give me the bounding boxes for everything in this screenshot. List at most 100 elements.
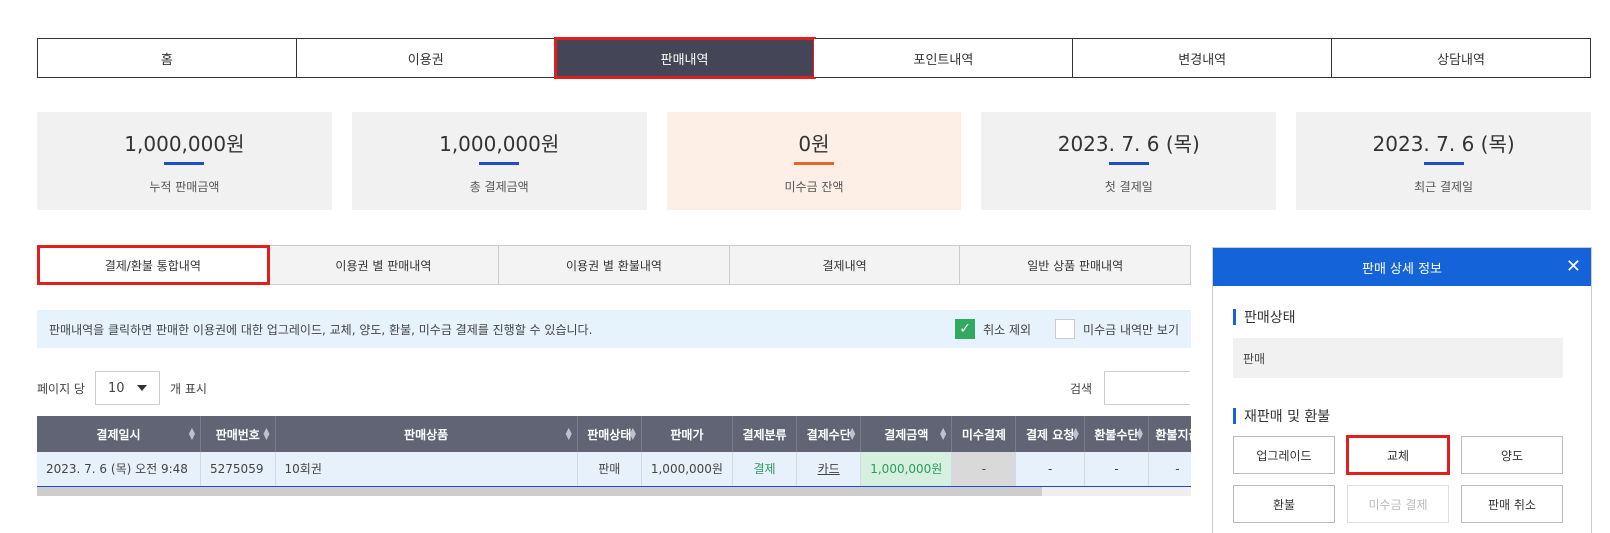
col-header-product[interactable]: 판매상품 ▲ ▼: [275, 416, 578, 452]
transfer-button[interactable]: 양도: [1461, 436, 1563, 474]
col-header-payment-datetime[interactable]: 결제일시 ▲ ▼: [37, 416, 202, 452]
tab-refunds-by-pass[interactable]: 이용권 별 환불내역: [499, 246, 730, 284]
stat-label: 총 결제금액: [469, 180, 529, 194]
page-size-control: 페이지 당 10 개 표시: [37, 370, 207, 406]
stat-label: 누적 판매금액: [149, 180, 220, 194]
search-input[interactable]: [1104, 371, 1191, 405]
stat-underline: [793, 162, 834, 165]
stat-underline: [1108, 162, 1149, 165]
unpaid-payment-button: 미수금 결제: [1347, 485, 1449, 523]
cell-payment-type: 결제: [732, 452, 798, 487]
close-icon[interactable]: ✕: [1566, 256, 1581, 277]
sale-status-section-title: 판매상태: [1233, 307, 1296, 327]
sort-icon[interactable]: ▲ ▼: [1073, 427, 1079, 441]
page-size-suffix: 개 표시: [169, 381, 207, 396]
sale-detail-panel: 판매 상세 정보 ✕ 판매상태 판매 재판매 및 환불 업그레이드 교체 양도 …: [1212, 247, 1592, 533]
checkbox-checked-icon[interactable]: ✓: [955, 319, 976, 339]
page-size-select[interactable]: 10: [94, 371, 160, 405]
stat-card-unpaid-balance: 0원 미수금 잔액: [666, 112, 962, 210]
resale-refund-section-title: 재판매 및 환불: [1233, 406, 1330, 426]
col-header-refund-paid[interactable]: 환불지급: [1148, 416, 1191, 452]
notice-message: 판매내역을 클릭하면 판매한 이용권에 대한 업그레이드, 교체, 양도, 환불…: [49, 322, 593, 337]
col-header-sale-number[interactable]: 판매번호 ▲ ▼: [200, 416, 276, 452]
nav-sales-history[interactable]: 판매내역: [553, 37, 817, 79]
action-buttons: 업그레이드 교체 양도 환불 미수금 결제 판매 취소: [1233, 435, 1563, 523]
cell-product: 10회권: [275, 452, 578, 487]
col-header-payment-request[interactable]: 결제 요청 ▲ ▼: [1015, 416, 1085, 452]
stat-underline: [1423, 162, 1464, 165]
sort-icon[interactable]: ▲ ▼: [566, 427, 572, 441]
scrollbar-thumb[interactable]: [37, 487, 1042, 496]
col-header-payment-method[interactable]: 결제수단 ▲ ▼: [796, 416, 862, 452]
stat-label: 최근 결제일: [1414, 180, 1474, 194]
table-header-row: 결제일시 ▲ ▼ 판매번호 ▲ ▼ 판매상품 ▲ ▼ 판매상태 ▲ ▼ 판매가 결제분류 결제수…: [37, 416, 1191, 452]
top-nav: 홈 이용권 판매내역 포인트내역 변경내역 상담내역: [37, 37, 1591, 79]
cell-refund-paid: -: [1148, 452, 1191, 487]
sort-icon[interactable]: ▲ ▼: [849, 427, 855, 441]
table-search: 검색: [1070, 370, 1191, 406]
checkbox-unchecked-icon[interactable]: [1055, 319, 1076, 339]
cell-refund-method: -: [1084, 452, 1149, 487]
nav-consult-history[interactable]: 상담내역: [1332, 39, 1590, 77]
stat-value: 2023. 7. 6 (목): [1372, 132, 1515, 156]
nav-points-history[interactable]: 포인트내역: [814, 39, 1074, 77]
tab-payment-refund-combined[interactable]: 결제/환불 통합내역: [37, 245, 270, 285]
stat-label: 첫 결제일: [1104, 180, 1153, 194]
search-label: 검색: [1070, 381, 1093, 396]
cancel-sale-button[interactable]: 판매 취소: [1461, 485, 1563, 523]
sales-table: 결제일시 ▲ ▼ 판매번호 ▲ ▼ 판매상품 ▲ ▼ 판매상태 ▲ ▼ 판매가 결제분류 결제수…: [37, 416, 1191, 487]
checkbox-label: 취소 제외: [983, 322, 1032, 337]
stat-value: 0원: [798, 132, 830, 156]
stat-value: 2023. 7. 6 (목): [1057, 132, 1200, 156]
stat-card-total-paid: 1,000,000원 총 결제금액: [351, 112, 647, 210]
tab-general-product-sales[interactable]: 일반 상품 판매내역: [960, 246, 1190, 284]
stat-underline: [479, 162, 520, 165]
tab-sales-by-pass[interactable]: 이용권 별 판매내역: [269, 246, 500, 284]
col-header-payment-amount[interactable]: 결제금액 ▲ ▼: [860, 416, 953, 452]
tab-payments[interactable]: 결제내역: [730, 246, 961, 284]
sub-tabs: 결제/환불 통합내역 이용권 별 판매내역 이용권 별 환불내역 결제내역 일반…: [37, 245, 1191, 285]
sort-icon[interactable]: ▲ ▼: [630, 427, 636, 441]
upgrade-button[interactable]: 업그레이드: [1233, 436, 1335, 474]
section-title-text: 판매상태: [1244, 310, 1296, 326]
stat-card-first-payment: 2023. 7. 6 (목) 첫 결제일: [981, 112, 1277, 210]
col-header-unpaid-payment[interactable]: 미수결제: [951, 416, 1017, 452]
section-marker: [1233, 309, 1236, 325]
sort-icon[interactable]: ▲ ▼: [940, 427, 946, 441]
stat-value: 1,000,000원: [124, 132, 245, 156]
cell-sale-status: 판매: [577, 452, 642, 487]
checkbox-label: 미수금 내역만 보기: [1083, 322, 1179, 337]
stat-card-total-sales: 1,000,000원 누적 판매금액: [37, 112, 332, 210]
col-header-refund-method[interactable]: 환불수단 ▲ ▼: [1084, 416, 1149, 452]
cell-payment-request: -: [1015, 452, 1085, 487]
cell-payment-amount: 1,000,000원: [860, 452, 953, 487]
page-size-prefix: 페이지 당: [37, 381, 85, 396]
col-header-sale-status[interactable]: 판매상태 ▲ ▼: [577, 416, 642, 452]
cell-unpaid-payment: -: [951, 452, 1017, 487]
nav-passes[interactable]: 이용권: [296, 39, 556, 77]
info-notice: 판매내역을 클릭하면 판매한 이용권에 대한 업그레이드, 교체, 양도, 환불…: [37, 310, 1191, 348]
table-horizontal-scrollbar[interactable]: [37, 487, 1191, 496]
refund-button[interactable]: 환불: [1233, 485, 1335, 523]
col-header-price[interactable]: 판매가: [641, 416, 733, 452]
unpaid-only-checkbox[interactable]: 미수금 내역만 보기: [1055, 319, 1179, 339]
sales-table-wrapper: 결제일시 ▲ ▼ 판매번호 ▲ ▼ 판매상품 ▲ ▼ 판매상태 ▲ ▼ 판매가 결제분류 결제수…: [37, 416, 1191, 496]
sort-icon[interactable]: ▲ ▼: [189, 427, 195, 441]
exclude-cancel-checkbox[interactable]: ✓ 취소 제외: [955, 319, 1031, 339]
page-size-value: 10: [107, 380, 125, 396]
col-header-payment-type[interactable]: 결제분류: [732, 416, 798, 452]
stats-row: 1,000,000원 누적 판매금액 1,000,000원 총 결제금액 0원 …: [37, 112, 1591, 210]
sale-status-value: 판매: [1233, 338, 1563, 378]
cell-payment-method[interactable]: 카드: [796, 452, 862, 487]
stat-card-last-payment: 2023. 7. 6 (목) 최근 결제일: [1296, 112, 1591, 210]
caret-down-icon: [136, 385, 147, 391]
sort-icon[interactable]: ▲ ▼: [1137, 427, 1143, 441]
section-title-text: 재판매 및 환불: [1244, 409, 1331, 425]
nav-home[interactable]: 홈: [38, 39, 297, 77]
nav-change-history[interactable]: 변경내역: [1073, 39, 1333, 77]
panel-title: 판매 상세 정보: [1361, 261, 1443, 277]
sort-icon[interactable]: ▲ ▼: [263, 427, 269, 441]
table-row[interactable]: 2023. 7. 6 (목) 오전 9:48 5275059 10회권 판매 1…: [37, 452, 1191, 487]
exchange-button[interactable]: 교체: [1346, 435, 1450, 475]
section-marker: [1233, 408, 1236, 424]
